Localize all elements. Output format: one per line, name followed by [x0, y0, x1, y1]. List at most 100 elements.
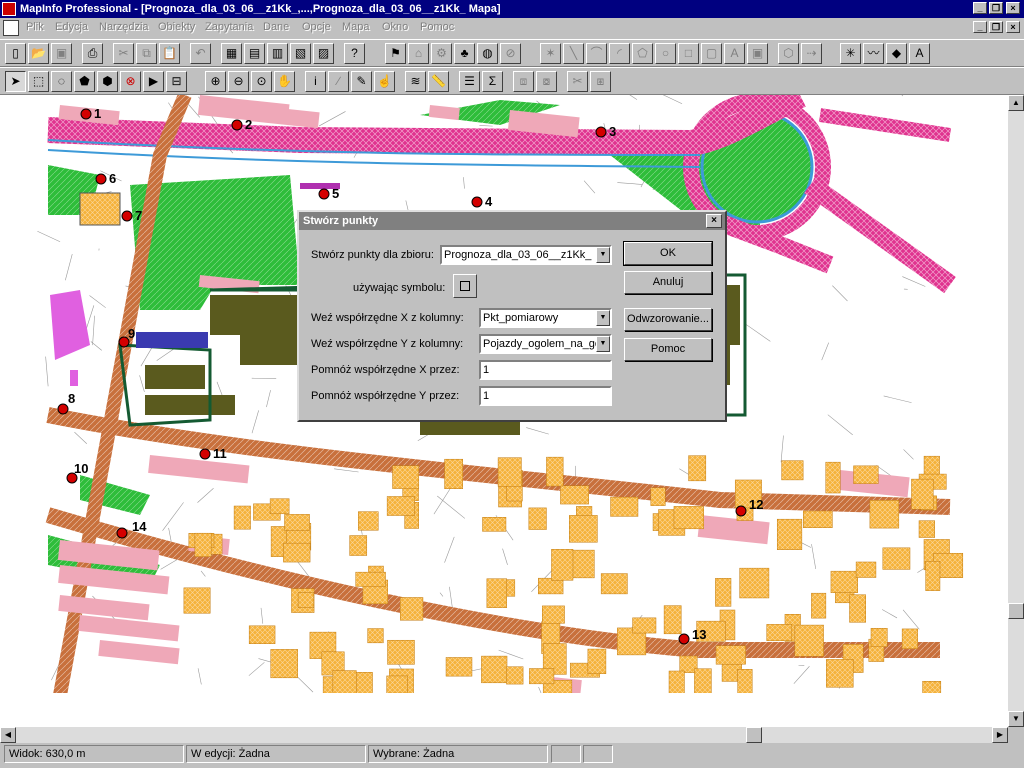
chevron-down-icon[interactable]: ▼	[596, 336, 610, 352]
reshape-icon[interactable]: ⬡	[778, 43, 799, 64]
projection-button[interactable]: Odwzorowanie...	[624, 308, 712, 331]
radius-select-icon[interactable]: ◌	[51, 71, 72, 92]
info-tool-icon[interactable]: i	[305, 71, 326, 92]
line-tool-icon[interactable]: ╲	[563, 43, 584, 64]
graph-select-icon[interactable]: ▶	[143, 71, 164, 92]
clip-toggle-icon[interactable]: ⧆	[590, 71, 611, 92]
save-icon[interactable]: ▣	[51, 43, 72, 64]
menu-obiekty[interactable]: Obiekty	[158, 21, 195, 33]
symbol-style-icon[interactable]: ✳	[840, 43, 861, 64]
marquee-select-icon[interactable]: ⬚	[28, 71, 49, 92]
minimize-button[interactable]: _	[973, 2, 987, 14]
polygon-tool-icon[interactable]: ⬠	[632, 43, 653, 64]
undo-icon[interactable]: ↶	[190, 43, 211, 64]
menu-okno[interactable]: Okno	[382, 21, 408, 33]
rounded-rect-tool-icon[interactable]: ▢	[701, 43, 722, 64]
tool-b-icon[interactable]: ⌂	[408, 43, 429, 64]
zoom-in-icon[interactable]: ⊕	[205, 71, 226, 92]
unselect-icon[interactable]: ⊗	[120, 71, 141, 92]
new-layout-icon[interactable]: ▧	[290, 43, 311, 64]
select-arrow-icon[interactable]: ➤	[5, 71, 26, 92]
tool-d-icon[interactable]: ♣	[454, 43, 475, 64]
status-editing-layer[interactable]: W edycji: Żadna	[186, 745, 366, 763]
polyline-tool-icon[interactable]: ⌒	[586, 43, 607, 64]
ruler-icon[interactable]: 📏	[428, 71, 449, 92]
boundary-select-icon[interactable]: ⬢	[97, 71, 118, 92]
print-icon[interactable]: ⎙	[82, 43, 103, 64]
chevron-down-icon[interactable]: ▼	[596, 310, 610, 326]
restore-button[interactable]: ❐	[989, 2, 1003, 14]
menu-mapa[interactable]: Mapa	[342, 21, 370, 33]
ellipse-tool-icon[interactable]: ○	[655, 43, 676, 64]
tool-f-icon[interactable]: ⊘	[500, 43, 521, 64]
arc-tool-icon[interactable]: ◜	[609, 43, 630, 64]
dialog-close-button[interactable]: ×	[706, 214, 722, 228]
vertical-scrollbar[interactable]: ▲ ▼	[1008, 95, 1024, 727]
frame-tool-icon[interactable]: ▣	[747, 43, 768, 64]
y-column-select[interactable]: Pojazdy_ogolem_na_go ▼	[479, 334, 612, 354]
text-style-icon[interactable]: A	[909, 43, 930, 64]
new-graph-icon[interactable]: ▥	[267, 43, 288, 64]
zoom-out-icon[interactable]: ⊖	[228, 71, 249, 92]
drag-map-icon[interactable]: ☝	[374, 71, 395, 92]
scroll-left-button[interactable]: ◀	[0, 727, 16, 743]
new-map-window-icon[interactable]: ▤	[244, 43, 265, 64]
document-icon[interactable]	[3, 20, 19, 36]
table-select[interactable]: Prognoza_dla_03_06__z1Kk_ ▼	[440, 245, 612, 265]
new-redistrict-icon[interactable]: ▨	[313, 43, 334, 64]
symbol-picker-button[interactable]	[453, 274, 477, 298]
chevron-down-icon[interactable]: ▼	[596, 247, 610, 263]
cancel-button[interactable]: Anuluj	[624, 271, 712, 294]
clip-region-icon[interactable]: ✂	[567, 71, 588, 92]
new-browser-icon[interactable]: ▦	[221, 43, 242, 64]
polygon-select-icon[interactable]: ⬟	[74, 71, 95, 92]
menu-narzedzia[interactable]: Narzędzia	[99, 21, 149, 33]
mapinfo-app-icon[interactable]	[2, 2, 16, 16]
pan-hand-icon[interactable]: ✋	[274, 71, 295, 92]
scroll-up-button[interactable]: ▲	[1008, 95, 1024, 111]
menu-dane[interactable]: Dane	[263, 21, 289, 33]
add-node-icon[interactable]: ⇢	[801, 43, 822, 64]
vertical-scroll-thumb[interactable]	[1008, 603, 1024, 619]
menu-opcje[interactable]: Opcje	[302, 21, 331, 33]
menu-pomoc[interactable]: Pomoc	[420, 21, 454, 33]
globe-icon[interactable]: ◍	[477, 43, 498, 64]
horizontal-scroll-thumb[interactable]	[746, 727, 762, 743]
x-column-select[interactable]: Pkt_pomiarowy ▼	[479, 308, 612, 328]
horizontal-scrollbar[interactable]: ◀ ▶	[0, 727, 1008, 743]
legend-icon[interactable]: ☰	[459, 71, 480, 92]
menu-plik[interactable]: Plik	[26, 21, 44, 33]
label-tool-icon[interactable]: ✎	[351, 71, 372, 92]
menu-zapytania[interactable]: Zapytania	[205, 21, 253, 33]
close-button[interactable]: ×	[1006, 2, 1020, 14]
status-view-zoom[interactable]: Widok: 630,0 m	[4, 745, 184, 763]
symbol-tool-icon[interactable]: ✶	[540, 43, 561, 64]
new-file-icon[interactable]: ▯	[5, 43, 26, 64]
scroll-right-button[interactable]: ▶	[992, 727, 1008, 743]
multiply-y-input[interactable]: 1	[479, 386, 612, 406]
tool-c-icon[interactable]: ⚙	[431, 43, 452, 64]
ok-button[interactable]: OK	[623, 241, 713, 266]
help-pointer-icon[interactable]: ?	[344, 43, 365, 64]
doc-restore-button[interactable]: ❐	[989, 21, 1003, 33]
multiply-x-input[interactable]: 1	[479, 360, 612, 380]
layer-control-icon[interactable]: ≋	[405, 71, 426, 92]
doc-close-button[interactable]: ×	[1006, 21, 1020, 33]
invert-select-icon[interactable]: ⊟	[166, 71, 187, 92]
line-style-icon[interactable]: 〰	[863, 43, 884, 64]
menu-edycja[interactable]: Edycja	[55, 21, 88, 33]
change-view-icon[interactable]: ⊙	[251, 71, 272, 92]
cut-icon[interactable]: ✂	[113, 43, 134, 64]
help-button[interactable]: Pomoc	[624, 338, 712, 361]
rectangle-tool-icon[interactable]: □	[678, 43, 699, 64]
set-target-icon[interactable]: ⧈	[513, 71, 534, 92]
hotlink-icon[interactable]: ⚑	[385, 43, 406, 64]
assign-target-icon[interactable]: ⧇	[536, 71, 557, 92]
open-folder-icon[interactable]: 📂	[28, 43, 49, 64]
scroll-down-button[interactable]: ▼	[1008, 711, 1024, 727]
text-tool-icon[interactable]: A	[724, 43, 745, 64]
region-style-icon[interactable]: ◆	[886, 43, 907, 64]
statistics-icon[interactable]: Σ	[482, 71, 503, 92]
doc-minimize-button[interactable]: _	[973, 21, 987, 33]
hotlink-tool-icon[interactable]: ∕	[328, 71, 349, 92]
